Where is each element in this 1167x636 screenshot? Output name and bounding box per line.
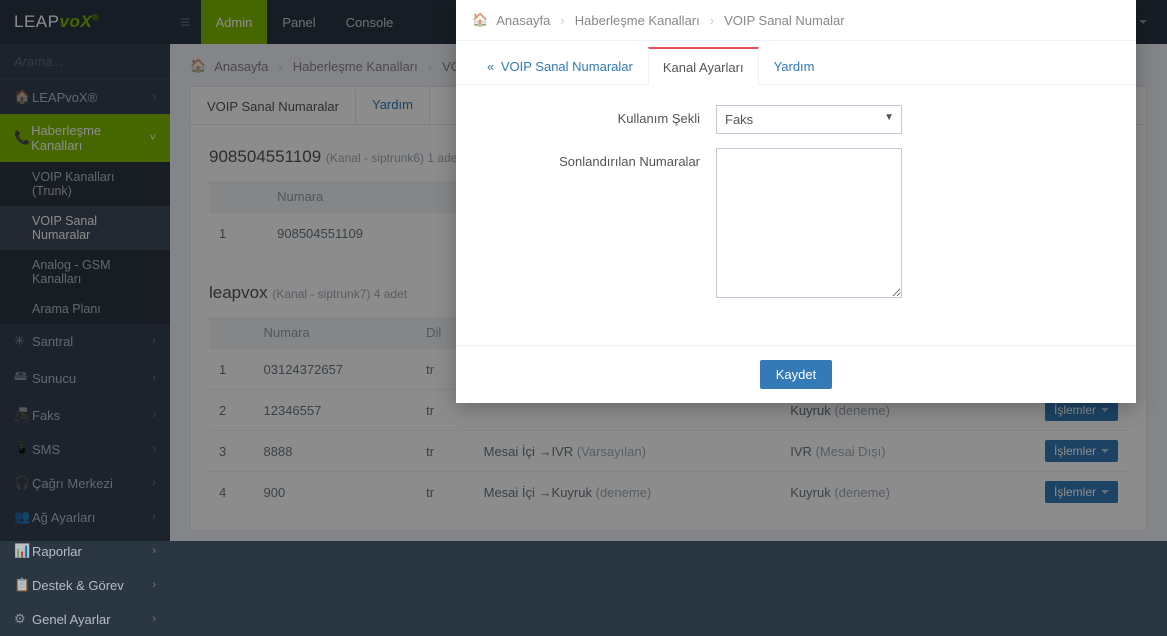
modal: 🏠 Anasayfa › Haberleşme Kanalları › VOIP… xyxy=(456,0,1136,403)
sidebar-item-label: Destek & Görev xyxy=(32,578,124,593)
sidebar-item-icon: ⚙ xyxy=(14,611,32,627)
chevron-right-icon: › xyxy=(152,579,156,591)
breadcrumb-item[interactable]: Haberleşme Kanalları xyxy=(575,13,700,28)
modal-tabs: « VOIP Sanal Numaralar Kanal Ayarları Ya… xyxy=(456,47,1136,85)
chevron-right-icon: › xyxy=(152,545,156,557)
form-row-terminated: Sonlandırılan Numaralar xyxy=(486,148,1106,301)
usage-select[interactable]: Faks xyxy=(716,105,902,134)
breadcrumb-item: VOIP Sanal Numalar xyxy=(724,13,844,28)
breadcrumb-item[interactable]: Anasayfa xyxy=(496,13,550,28)
sidebar-item[interactable]: ⚙Genel Ayarlar › xyxy=(0,602,170,636)
sidebar-item-icon: 📋 xyxy=(14,577,32,593)
sidebar-item[interactable]: 📋Destek & Görev › xyxy=(0,568,170,602)
chevron-right-icon: › xyxy=(152,613,156,625)
terminated-textarea[interactable] xyxy=(716,148,902,298)
sidebar-item-label: Genel Ayarlar xyxy=(32,612,111,627)
chevron-right-icon: › xyxy=(710,13,714,28)
usage-label: Kullanım Şekli xyxy=(486,105,716,134)
chevron-left-icon: « xyxy=(487,59,494,74)
form-row-usage: Kullanım Şekli Faks xyxy=(486,105,1106,134)
sidebar-item-label: Raporlar xyxy=(32,544,82,559)
sidebar-item-icon: 📊 xyxy=(14,543,32,559)
modal-tab-kanal-ayarlari[interactable]: Kanal Ayarları xyxy=(648,47,759,85)
modal-tab-back[interactable]: « VOIP Sanal Numaralar xyxy=(472,47,648,85)
modal-tab-yardim[interactable]: Yardım xyxy=(759,47,830,85)
modal-body: Kullanım Şekli Faks Sonlandırılan Numara… xyxy=(456,85,1136,345)
terminated-label: Sonlandırılan Numaralar xyxy=(486,148,716,301)
modal-breadcrumb: 🏠 Anasayfa › Haberleşme Kanalları › VOIP… xyxy=(456,0,1136,41)
save-button[interactable]: Kaydet xyxy=(760,360,832,389)
modal-footer: Kaydet xyxy=(456,345,1136,403)
chevron-right-icon: › xyxy=(560,13,564,28)
home-icon: 🏠 xyxy=(472,12,488,28)
modal-tab-back-label: VOIP Sanal Numaralar xyxy=(501,59,633,74)
